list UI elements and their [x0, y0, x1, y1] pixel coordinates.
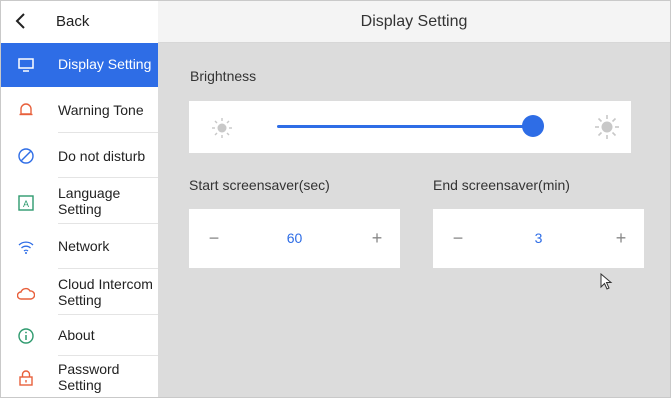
sidebar-item-label: Warning Tone	[58, 102, 144, 118]
language-icon: A	[18, 195, 34, 211]
end-screensaver-stepper: − 3 +	[433, 209, 644, 268]
sidebar-item-network[interactable]: Network	[1, 224, 158, 269]
start-screensaver-plus-button[interactable]: +	[367, 228, 387, 249]
wifi-icon	[18, 241, 34, 254]
sidebar-item-label: Do not disturb	[58, 148, 146, 164]
sidebar-item-password-setting[interactable]: Password Setting	[1, 356, 158, 397]
bell-icon	[19, 103, 33, 116]
sidebar-item-label: Language	[58, 185, 121, 201]
main-panel: Display Setting Brightness Start screens	[158, 1, 670, 397]
sidebar-item-label: Network	[58, 238, 110, 254]
sidebar: Back Display Setting Warning Tone Do not…	[1, 1, 158, 397]
end-screensaver-label: End screensaver(min)	[433, 177, 570, 193]
brightness-low-icon	[212, 118, 232, 138]
end-screensaver-plus-button[interactable]: +	[611, 228, 631, 249]
sidebar-item-label: Cloud Intercom	[58, 276, 153, 292]
sidebar-item-label: Display Setting	[58, 56, 152, 72]
start-screensaver-label: Start screensaver(sec)	[189, 177, 330, 193]
sidebar-item-label: Setting	[58, 377, 102, 393]
sidebar-item-do-not-disturb[interactable]: Do not disturb	[1, 133, 158, 178]
sidebar-item-display-setting[interactable]: Display Setting	[1, 43, 158, 87]
page-title: Display Setting	[360, 13, 468, 30]
sidebar-item-label: Setting	[58, 292, 102, 308]
mouse-cursor-icon	[600, 273, 613, 290]
back-button[interactable]: Back	[1, 1, 158, 43]
cloud-icon	[17, 287, 35, 300]
sidebar-item-language-setting[interactable]: A Language Setting	[1, 178, 158, 224]
brightness-label: Brightness	[190, 68, 257, 84]
monitor-icon	[18, 58, 34, 72]
info-icon	[18, 328, 34, 344]
sidebar-item-about[interactable]: About	[1, 315, 158, 356]
brightness-high-icon	[595, 115, 619, 139]
start-screensaver-stepper: − 60 +	[189, 209, 400, 268]
no-disturb-icon	[18, 148, 34, 164]
chevron-left-icon	[15, 13, 25, 29]
sidebar-item-label: Password	[58, 361, 120, 377]
sidebar-item-label: About	[58, 327, 95, 343]
brightness-slider-thumb[interactable]	[522, 115, 544, 137]
sidebar-item-warning-tone[interactable]: Warning Tone	[1, 87, 158, 133]
svg-text:A: A	[23, 199, 29, 209]
sidebar-item-label: Setting	[58, 201, 102, 217]
back-label: Back	[56, 13, 90, 30]
sidebar-item-cloud-intercom-setting[interactable]: Cloud Intercom Setting	[1, 269, 158, 315]
lock-icon	[19, 370, 33, 386]
brightness-slider-card	[189, 101, 631, 153]
page-header: Display Setting	[158, 1, 670, 43]
brightness-slider-track[interactable]	[277, 125, 535, 128]
